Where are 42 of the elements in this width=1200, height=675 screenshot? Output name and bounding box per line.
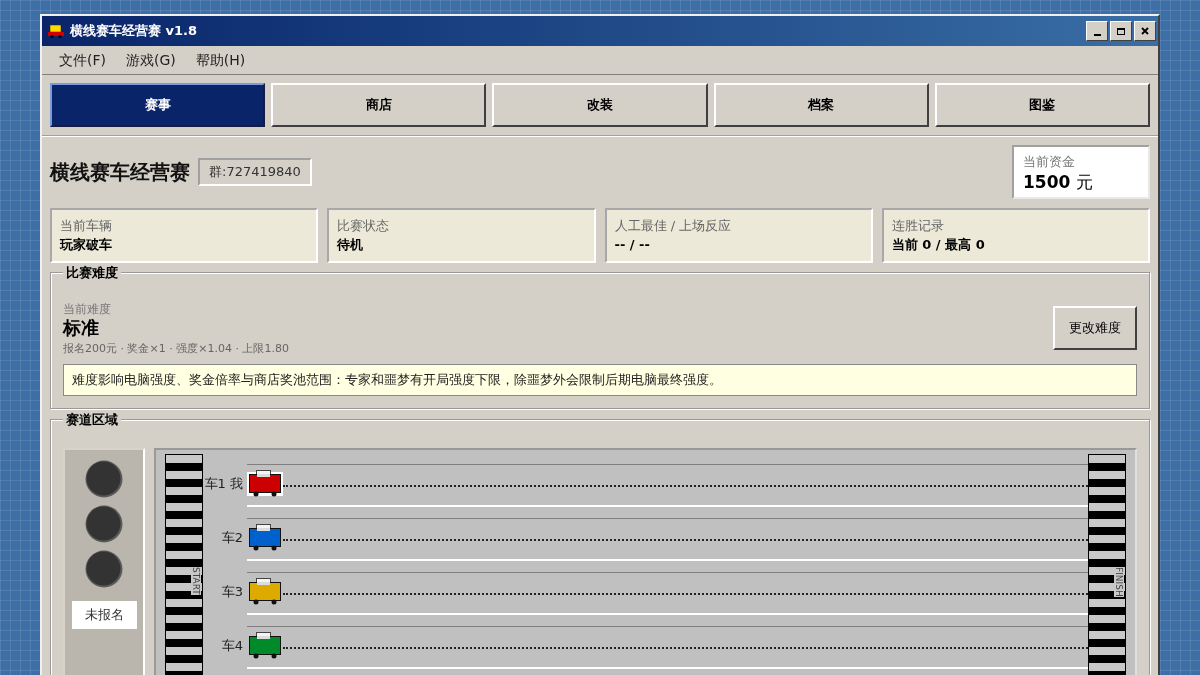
car-label: 车2	[220, 530, 243, 546]
finish-label: FINISH	[1114, 567, 1124, 597]
tab[interactable]: 赛事	[50, 83, 266, 127]
stat-value: 待机	[337, 236, 365, 254]
car-icon	[48, 24, 64, 38]
stat-value: 玩家破车	[60, 236, 113, 254]
tab[interactable]: 档案	[713, 83, 929, 127]
group-number-label: 群:727419840	[198, 158, 312, 186]
menu-item[interactable]: 文件(F)	[51, 50, 114, 70]
window-title: 横线赛车经营赛 v1.8	[70, 22, 198, 40]
stat-label: 人工最佳 / 上场反应	[614, 217, 733, 235]
tab[interactable]: 图鉴	[934, 83, 1150, 127]
menu-item[interactable]: 游戏(G)	[118, 50, 184, 70]
difficulty-note: 难度影响电脑强度、奖金倍率与商店奖池范围：专家和噩梦有开局强度下限，除噩梦外会限制后期电脑最终强度。	[63, 364, 1137, 396]
maximize-icon	[1117, 27, 1125, 35]
difficulty-details: 报名200元 · 奖金×1 · 强度×1.04 · 上限1.80	[63, 342, 290, 356]
registration-status: 未报名	[71, 601, 137, 629]
close-icon	[1141, 27, 1149, 35]
section-legend: 赛道区域	[63, 411, 121, 429]
stat-label: 当前车辆	[60, 217, 113, 235]
stat-value: 当前 0 / 最高 0	[891, 236, 986, 254]
funds-value: 1500 元	[1023, 171, 1094, 193]
difficulty-name: 标准	[63, 317, 100, 339]
menu-item[interactable]: 帮助(H)	[187, 50, 254, 70]
minimize-icon	[1093, 33, 1101, 36]
start-label: START	[191, 567, 201, 595]
close-button[interactable]	[1134, 21, 1156, 41]
difficulty-label: 当前难度	[63, 301, 112, 317]
car-label: 车4	[220, 638, 243, 654]
maximize-button[interactable]	[1110, 21, 1132, 41]
car-label: 车3	[220, 584, 243, 600]
car-label: 车1 我	[203, 476, 243, 492]
section-legend: 比赛难度	[63, 264, 121, 282]
stat-label: 比赛状态	[337, 217, 391, 235]
tab[interactable]: 改装	[492, 83, 708, 127]
stat-value: -- / --	[614, 236, 651, 254]
minimize-button[interactable]	[1086, 21, 1108, 41]
app-heading: 横线赛车经营赛	[50, 159, 190, 186]
change-difficulty-button[interactable]: 更改难度	[1053, 306, 1137, 350]
tab[interactable]: 商店	[271, 83, 487, 127]
stat-label: 连胜记录	[891, 217, 945, 235]
funds-label: 当前资金	[1023, 153, 1076, 171]
